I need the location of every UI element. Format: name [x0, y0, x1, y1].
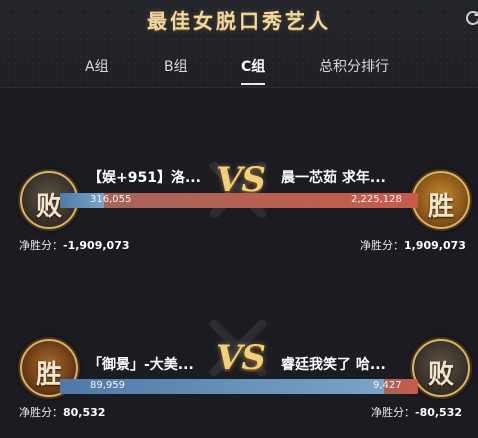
- group-tabs: A组 B组 C组 总积分排行: [0, 56, 478, 88]
- tab-total-ranking[interactable]: 总积分排行: [319, 56, 389, 76]
- net-score-value: 1,909,073: [404, 239, 466, 252]
- net-score-label: 净胜分：: [19, 406, 63, 419]
- net-score-value: 80,532: [63, 406, 106, 419]
- net-score-label: 净胜分：: [360, 239, 404, 252]
- match-card: 胜 「御景」-大美... VS 睿廷我笑了 哈... 败 89,959 9,42…: [0, 318, 478, 438]
- tab-label: C组: [241, 59, 266, 75]
- tab-label: B组: [164, 59, 188, 75]
- tab-group-b[interactable]: B组: [164, 56, 188, 76]
- net-score-right: 净胜分：-80,532: [371, 404, 462, 420]
- lose-badge: 败: [412, 339, 470, 397]
- right-vote-count: 2,225,128: [351, 194, 402, 205]
- contestant-name-left[interactable]: 【娱+951】洛...: [88, 167, 216, 187]
- result-label: 败: [427, 360, 454, 390]
- page-title: 最佳女脱口秀艺人: [147, 9, 331, 33]
- net-score-value: -80,532: [415, 406, 463, 419]
- refresh-icon[interactable]: [464, 10, 478, 26]
- tab-group-a[interactable]: A组: [85, 56, 109, 76]
- left-vote-count: 316,055: [90, 194, 132, 205]
- net-score-left: 净胜分：80,532: [19, 404, 105, 420]
- tab-label: 总积分排行: [319, 59, 389, 75]
- net-score-right: 净胜分：1,909,073: [360, 237, 466, 253]
- net-score-label: 净胜分：: [19, 239, 63, 252]
- contestant-name-right[interactable]: 睿廷我笑了 哈...: [281, 354, 403, 374]
- vs-label: VS: [216, 338, 266, 378]
- right-vote-count: 9,427: [373, 380, 402, 391]
- contestant-name-right[interactable]: 晨一芯茹 求年...: [281, 167, 403, 187]
- header: 最佳女脱口秀艺人 A组 B组 C组 总积分排行: [0, 0, 478, 88]
- match-card: 败 【娱+951】洛... VS 晨一芯茹 求年... 胜 316,055 2,…: [0, 160, 478, 280]
- active-tab-underline: [241, 83, 266, 85]
- net-score-left: 净胜分：-1,909,073: [19, 237, 130, 253]
- tab-label: A组: [85, 59, 109, 75]
- tab-group-c[interactable]: C组: [241, 56, 266, 85]
- left-vote-count: 89,959: [90, 380, 125, 391]
- net-score-value: -1,909,073: [63, 239, 130, 252]
- win-badge: 胜: [412, 171, 470, 229]
- contestant-name-left[interactable]: 「御景」-大美...: [88, 354, 216, 374]
- result-label: 胜: [427, 192, 454, 222]
- net-score-label: 净胜分：: [371, 406, 415, 419]
